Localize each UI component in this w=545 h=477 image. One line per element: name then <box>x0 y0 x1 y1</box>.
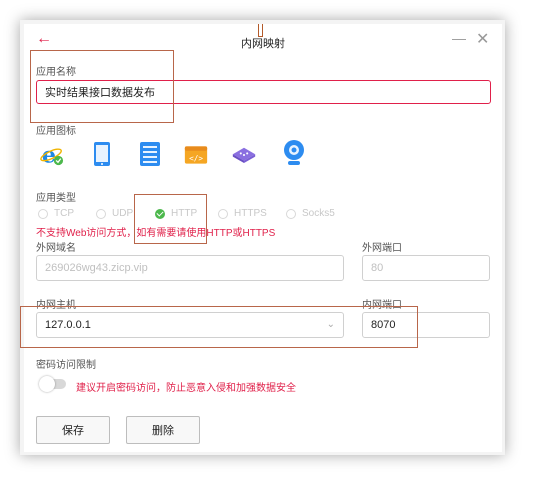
radio-label: Socks5 <box>302 208 335 219</box>
svg-text:</>: </> <box>189 154 203 163</box>
ext-port-label: 外网端口 <box>362 243 402 254</box>
webcam-icon[interactable] <box>282 140 306 165</box>
radio-tcp[interactable]: TCP <box>38 208 74 219</box>
radio-circle[interactable] <box>218 208 228 219</box>
app-icon-label: 应用图标 <box>36 126 76 137</box>
radio-https[interactable]: HTTPS <box>218 208 267 219</box>
server-icon[interactable] <box>138 142 162 166</box>
radio-udp[interactable]: UDP <box>96 208 133 219</box>
radio-label: TCP <box>54 208 74 219</box>
network-device-icon[interactable] <box>232 143 256 167</box>
radio-circle[interactable] <box>38 208 48 219</box>
code-window-icon[interactable]: </> <box>184 143 208 167</box>
radio-circle[interactable] <box>96 208 106 219</box>
password-label: 密码访问限制 <box>36 360 96 371</box>
radio-circle[interactable] <box>286 208 296 219</box>
annotation-box-host <box>20 306 418 348</box>
app-type-label: 应用类型 <box>36 193 76 204</box>
web-access-warning: 不支持Web访问方式，如有需要请使用HTTP或HTTPS <box>36 228 276 239</box>
password-toggle[interactable] <box>39 376 66 392</box>
close-icon[interactable]: ✕ <box>476 29 489 49</box>
delete-button[interactable]: 删除 <box>126 416 200 444</box>
radio-socks5[interactable]: Socks5 <box>286 208 335 219</box>
domain-input[interactable]: 269026wg43.zicp.vip <box>36 255 344 281</box>
radio-label: UDP <box>112 208 134 219</box>
ext-port-input[interactable]: 80 <box>362 255 490 281</box>
window-title: 内网映射 <box>241 38 285 50</box>
port-mapping-dialog: ← 内网映射 — ✕ 应用名称 实时结果接口数据发布 应用图标 e </> 应用… <box>20 24 502 452</box>
radio-label: HTTPS <box>234 208 267 219</box>
minimize-icon[interactable]: — <box>452 30 466 46</box>
ie-icon[interactable]: e <box>40 142 64 167</box>
save-button[interactable]: 保存 <box>36 416 110 444</box>
password-hint: 建议开启密码访问，防止恶意入侵和加强数据安全 <box>76 383 296 394</box>
annotation-box-app-name <box>30 50 174 123</box>
domain-label: 外网域名 <box>36 243 76 254</box>
phone-icon[interactable] <box>90 142 114 166</box>
